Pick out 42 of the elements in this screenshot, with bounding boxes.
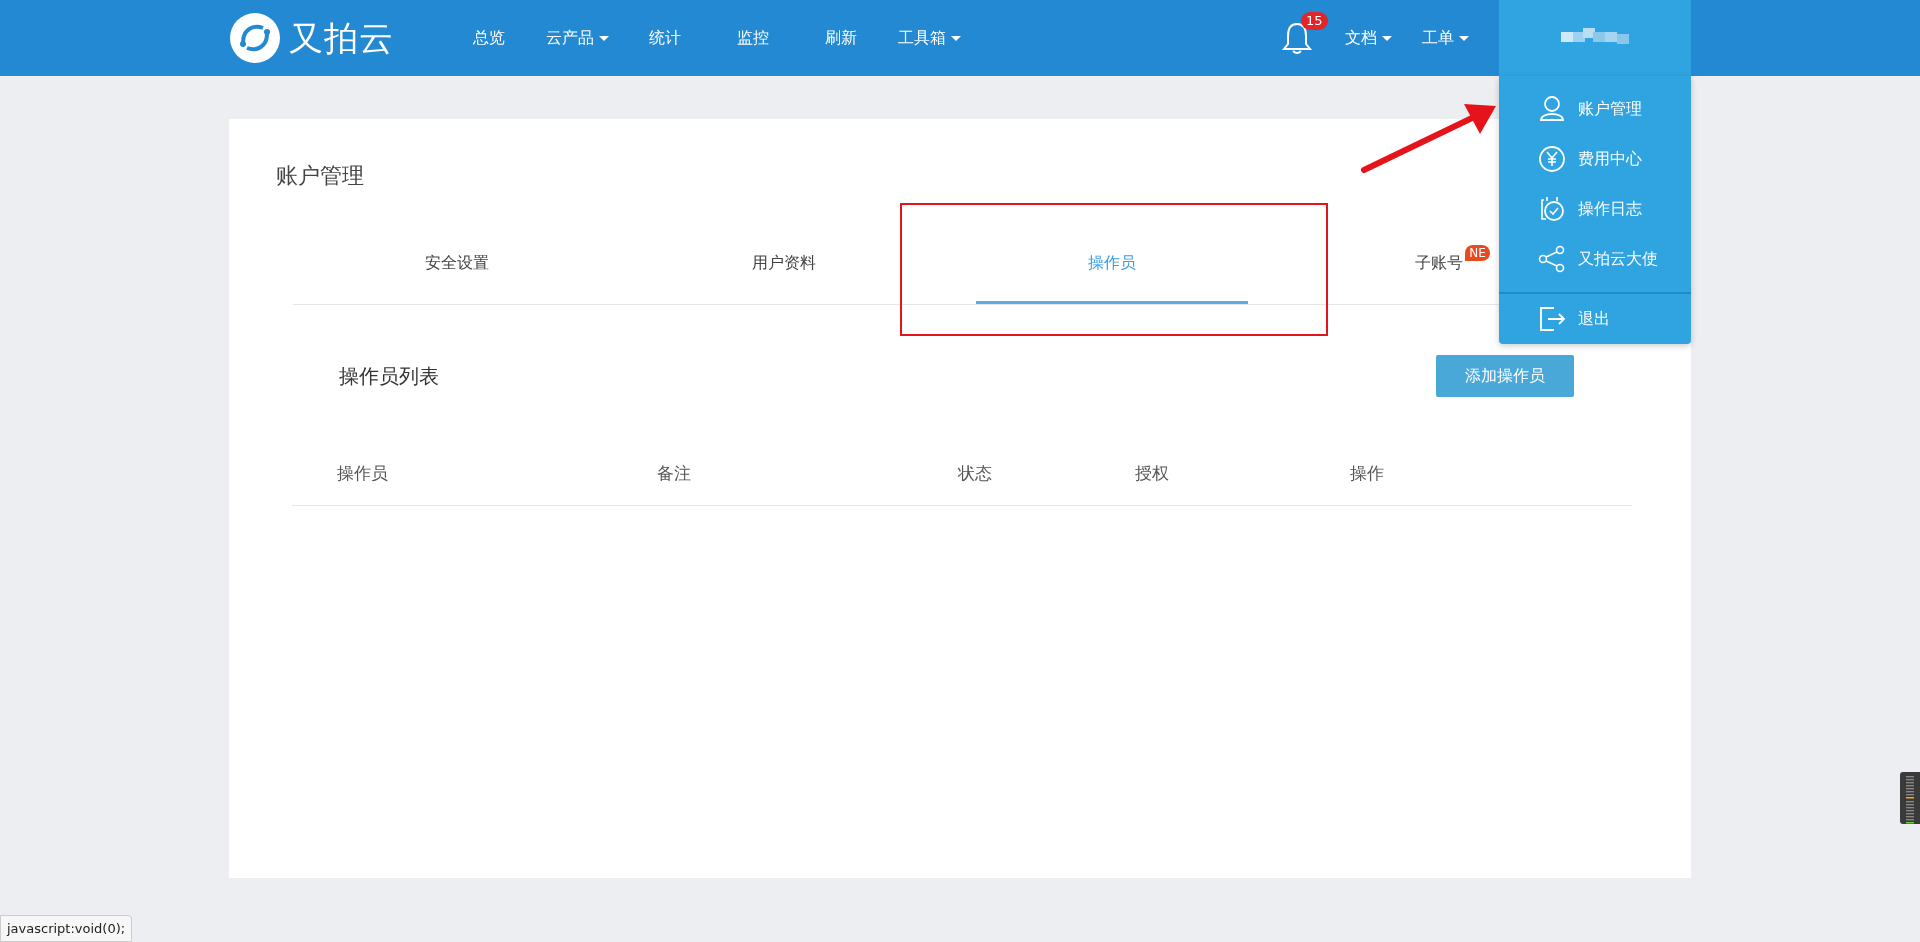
logo-icon: [229, 12, 281, 64]
menu-item[interactable]: 费用中心: [1499, 134, 1691, 184]
menu-item-label: 账户管理: [1578, 98, 1642, 120]
nav-link[interactable]: 工单: [1422, 26, 1469, 50]
nav-link[interactable]: 监控: [709, 26, 797, 50]
menu-item-label: 退出: [1578, 308, 1610, 330]
nav-link[interactable]: 统计: [621, 26, 709, 50]
menu-item[interactable]: 又拍云大使: [1499, 234, 1691, 284]
column-header: 操作员: [337, 462, 389, 485]
status-bar-url: javascript:void(0);: [0, 914, 133, 942]
nav-link[interactable]: 总览: [445, 26, 533, 50]
level-meter-drawing: [1900, 772, 1920, 824]
menu-item-label: 费用中心: [1578, 148, 1642, 170]
menu-item[interactable]: 操作日志: [1499, 184, 1691, 234]
new-badge: NE: [1465, 245, 1490, 261]
tab[interactable]: 用户资料: [648, 237, 920, 304]
nav-link[interactable]: 刷新: [797, 26, 885, 50]
user-menu-toggle[interactable]: [1499, 0, 1691, 76]
add-operator-button[interactable]: 添加操作员: [1436, 355, 1574, 397]
logout-item[interactable]: 退出: [1499, 294, 1691, 344]
logo[interactable]: 又拍云: [229, 12, 394, 64]
menu-item-label: 操作日志: [1578, 198, 1642, 220]
logo-text: 又拍云: [289, 16, 394, 60]
column-header: 操作: [1350, 462, 1385, 485]
user-icon: [1538, 95, 1566, 123]
page-title: 账户管理: [276, 162, 364, 190]
column-header: 状态: [958, 462, 993, 485]
nav-link[interactable]: 云产品: [533, 26, 621, 50]
notification-badge: 15: [1301, 12, 1328, 30]
share-icon: [1538, 245, 1566, 273]
nav-link[interactable]: 文档: [1345, 26, 1392, 50]
column-header: 备注: [657, 462, 692, 485]
menu-item[interactable]: 账户管理: [1499, 84, 1691, 134]
tab[interactable]: 操作员: [976, 237, 1248, 304]
column-header: 授权: [1135, 462, 1170, 485]
logout-icon: [1538, 305, 1566, 333]
tab[interactable]: 安全设置: [321, 237, 593, 304]
nav-link[interactable]: 工具箱: [885, 26, 973, 50]
menu-item-label: 又拍云大使: [1578, 248, 1658, 270]
section-title: 操作员列表: [339, 363, 439, 390]
yen-icon: [1538, 145, 1566, 173]
clock-icon: [1538, 195, 1566, 223]
